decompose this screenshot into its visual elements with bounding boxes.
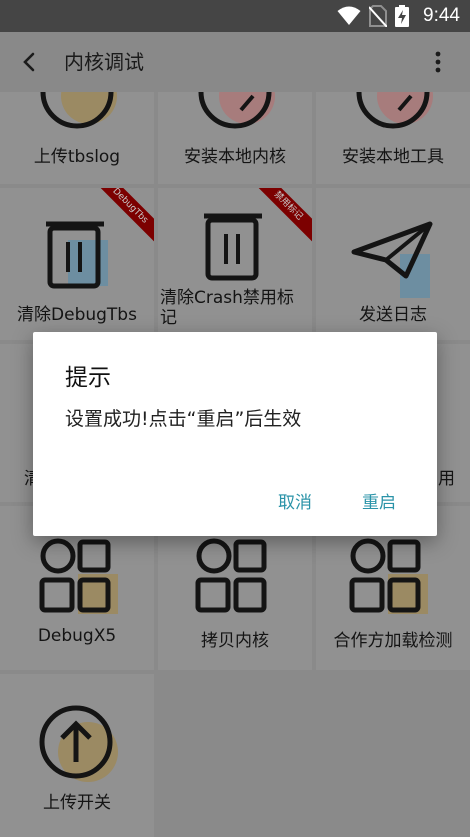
grid-apps-icon: [195, 538, 267, 613]
tile-label: 上传开关: [43, 793, 111, 813]
send-log-tile[interactable]: 发送日志: [316, 188, 470, 340]
status-time: 9:44: [423, 5, 460, 26]
tile-label: 拷贝内核: [201, 631, 269, 651]
dialog-title: 提示: [65, 365, 111, 391]
back-arrow-icon[interactable]: [18, 50, 42, 74]
more-vert-icon[interactable]: [428, 50, 448, 74]
upload-arrow-icon: [39, 705, 118, 782]
tile-label: 合作方加载检测: [333, 631, 453, 651]
grid-apps-icon: [349, 538, 428, 614]
dialog-message: 设置成功!点击“重启”后生效: [65, 408, 302, 430]
app-bar: 内核调试: [0, 32, 470, 92]
install-local-kernel-tile[interactable]: 安装本地内核: [158, 92, 312, 184]
tile-label: 用: [438, 469, 455, 489]
tile-label: 发送日志: [359, 305, 427, 325]
install-icon: [198, 92, 275, 129]
tile-label: 清除DebugTbs: [17, 305, 137, 325]
clear-crash-flag-tile[interactable]: 禁用标记 清除Crash禁用标记: [158, 188, 312, 340]
clear-debugtbs-tile[interactable]: DebugTbs 清除DebugTbs: [0, 188, 154, 340]
upload-switch-tile[interactable]: 上传开关: [0, 674, 154, 837]
restart-button[interactable]: 重启: [362, 488, 396, 513]
tile-label: DebugX5: [37, 626, 117, 646]
alert-dialog: 提示 设置成功!点击“重启”后生效 取消 重启: [33, 332, 437, 536]
trash-icon: [204, 213, 262, 281]
tile-label: 安装本地内核: [184, 147, 286, 167]
tile-label: 上传tbslog: [33, 147, 121, 167]
no-sim-icon: [369, 5, 388, 27]
status-icons: 9:44: [337, 0, 460, 32]
tile-label: 安装本地工具: [342, 147, 444, 167]
send-plane-icon: [351, 221, 433, 298]
page-title: 内核调试: [64, 50, 144, 74]
wifi-icon: [337, 6, 361, 25]
grid-apps-icon: [39, 538, 118, 614]
battery-charging-icon: [395, 5, 410, 27]
upload-icon: [40, 92, 117, 129]
upload-tbslog-tile[interactable]: 上传tbslog: [0, 92, 154, 184]
install-local-tool-tile[interactable]: 安装本地工具: [316, 92, 470, 184]
trash-icon: [46, 221, 108, 289]
status-bar: 9:44: [0, 0, 470, 32]
cancel-button[interactable]: 取消: [278, 488, 312, 513]
tile-label: 清除Crash禁用标记: [160, 288, 294, 328]
install-tool-icon: [356, 92, 433, 129]
